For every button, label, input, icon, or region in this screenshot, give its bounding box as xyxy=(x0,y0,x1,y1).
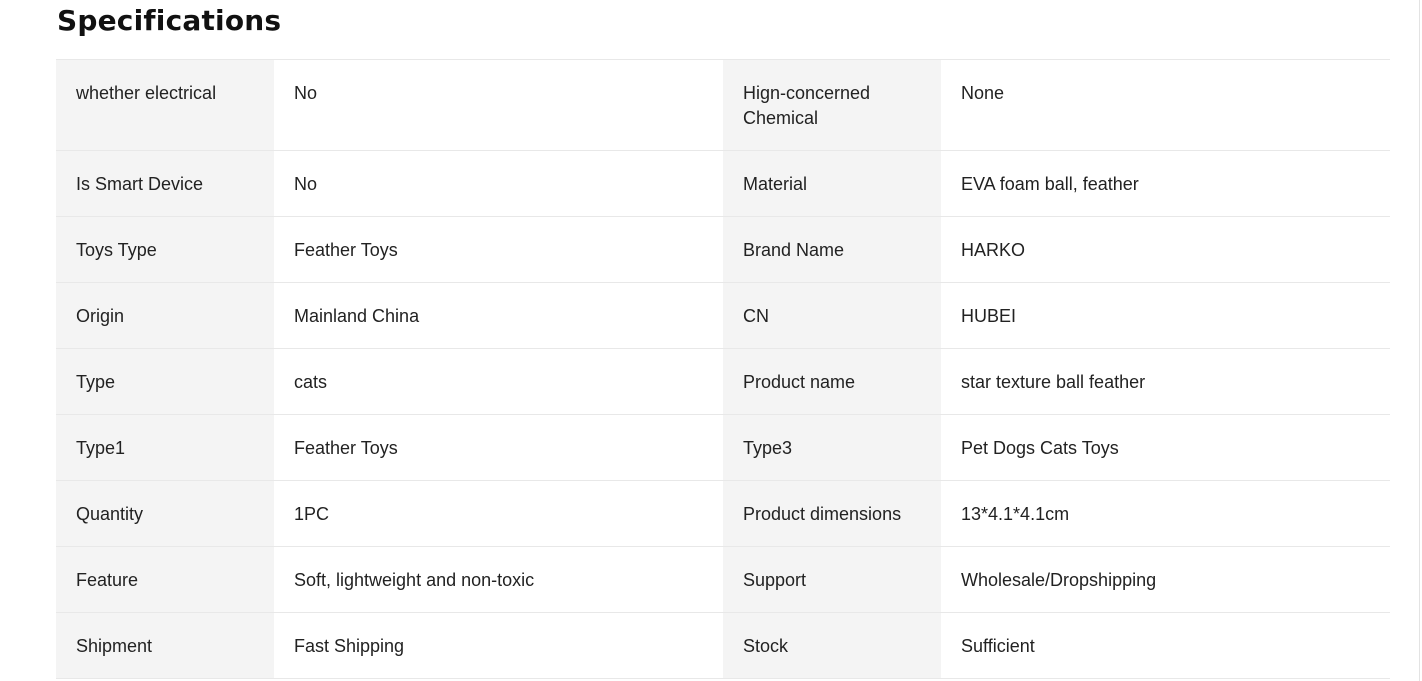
specifications-table: whether electrical No Hign-concerned Che… xyxy=(56,59,1390,679)
spec-key: Type xyxy=(56,348,274,415)
spec-key: Material xyxy=(723,150,941,217)
spec-value: cats xyxy=(274,348,723,415)
spec-key: CN xyxy=(723,282,941,349)
spec-value: None xyxy=(941,59,1390,151)
table-row: Type cats Product name star texture ball… xyxy=(56,348,1390,415)
table-row: Quantity 1PC Product dimensions 13*4.1*4… xyxy=(56,480,1390,547)
spec-value: Soft, lightweight and non-toxic xyxy=(274,546,723,613)
table-row: Toys Type Feather Toys Brand Name HARKO xyxy=(56,216,1390,283)
page-title: Specifications xyxy=(57,4,282,37)
spec-value: 13*4.1*4.1cm xyxy=(941,480,1390,547)
table-row: Feature Soft, lightweight and non-toxic … xyxy=(56,546,1390,613)
spec-key: Quantity xyxy=(56,480,274,547)
spec-key: whether electrical xyxy=(56,59,274,151)
table-row: Is Smart Device No Material EVA foam bal… xyxy=(56,150,1390,217)
spec-value: No xyxy=(274,150,723,217)
spec-value: star texture ball feather xyxy=(941,348,1390,415)
spec-key: Origin xyxy=(56,282,274,349)
spec-value: Feather Toys xyxy=(274,216,723,283)
spec-key: Hign-concerned Chemical xyxy=(723,59,941,151)
spec-key: Type1 xyxy=(56,414,274,481)
spec-value: Wholesale/Dropshipping xyxy=(941,546,1390,613)
table-row: whether electrical No Hign-concerned Che… xyxy=(56,59,1390,151)
spec-key: Stock xyxy=(723,612,941,679)
spec-value: HUBEI xyxy=(941,282,1390,349)
spec-key: Brand Name xyxy=(723,216,941,283)
table-row: Shipment Fast Shipping Stock Sufficient xyxy=(56,612,1390,679)
spec-key: Support xyxy=(723,546,941,613)
spec-value: Sufficient xyxy=(941,612,1390,679)
spec-value: EVA foam ball, feather xyxy=(941,150,1390,217)
table-row: Origin Mainland China CN HUBEI xyxy=(56,282,1390,349)
spec-key: Shipment xyxy=(56,612,274,679)
spec-key: Toys Type xyxy=(56,216,274,283)
spec-key: Product dimensions xyxy=(723,480,941,547)
spec-value: Mainland China xyxy=(274,282,723,349)
spec-key: Is Smart Device xyxy=(56,150,274,217)
spec-key: Product name xyxy=(723,348,941,415)
spec-key: Feature xyxy=(56,546,274,613)
table-row: Type1 Feather Toys Type3 Pet Dogs Cats T… xyxy=(56,414,1390,481)
spec-value: 1PC xyxy=(274,480,723,547)
spec-value: Pet Dogs Cats Toys xyxy=(941,414,1390,481)
spec-value: HARKO xyxy=(941,216,1390,283)
spec-key: Type3 xyxy=(723,414,941,481)
scrollbar-edge xyxy=(1419,0,1420,681)
spec-value: No xyxy=(274,59,723,151)
spec-value: Feather Toys xyxy=(274,414,723,481)
spec-value: Fast Shipping xyxy=(274,612,723,679)
